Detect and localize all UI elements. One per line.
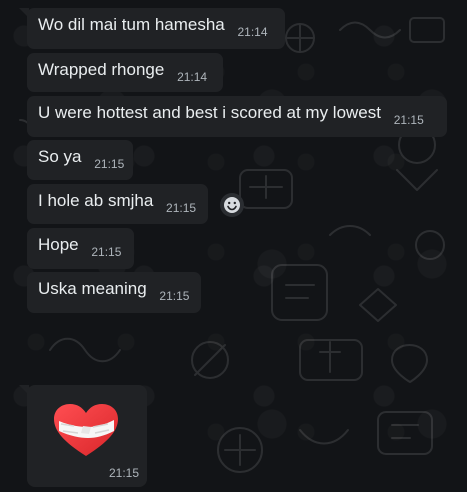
message-time: 21:15 <box>159 289 190 303</box>
message-text: I hole ab smjha <box>38 191 154 210</box>
message-bubble[interactable]: Hope 21:15 <box>27 228 134 269</box>
smiley-icon <box>224 197 240 213</box>
message-text: U were hottest and best i scored at my l… <box>38 103 381 122</box>
message-time: 21:15 <box>94 157 125 171</box>
message-time: 21:15 <box>393 113 424 127</box>
message-time: 21:15 <box>166 201 197 215</box>
message-bubble[interactable]: Wrapped rhonge 21:14 <box>27 53 223 92</box>
message-bubble[interactable]: I hole ab smjha 21:15 <box>27 184 208 224</box>
message-text: Uska meaning <box>38 279 147 298</box>
message-time: 21:14 <box>237 25 268 39</box>
message-bubble[interactable]: Uska meaning 21:15 <box>27 272 201 313</box>
message-text: So ya <box>38 147 82 166</box>
message-time: 21:15 <box>91 245 122 259</box>
message-text: Wo dil mai tum hamesha <box>38 15 225 34</box>
message-bubble[interactable]: U were hottest and best i scored at my l… <box>27 96 447 137</box>
message-bubble[interactable]: So ya 21:15 <box>27 140 133 180</box>
react-button[interactable] <box>220 193 244 217</box>
chat-thread: Wo dil mai tum hamesha 21:14 Wrapped rho… <box>0 0 467 492</box>
sticker-message[interactable]: 21:15 <box>27 385 147 487</box>
message-time: 21:14 <box>177 70 208 84</box>
sticker-time: 21:15 <box>108 466 139 480</box>
message-text: Wrapped rhonge <box>38 60 165 79</box>
bandaged-heart-icon <box>54 404 118 456</box>
message-text: Hope <box>38 235 79 254</box>
message-bubble[interactable]: Wo dil mai tum hamesha 21:14 <box>27 8 285 49</box>
